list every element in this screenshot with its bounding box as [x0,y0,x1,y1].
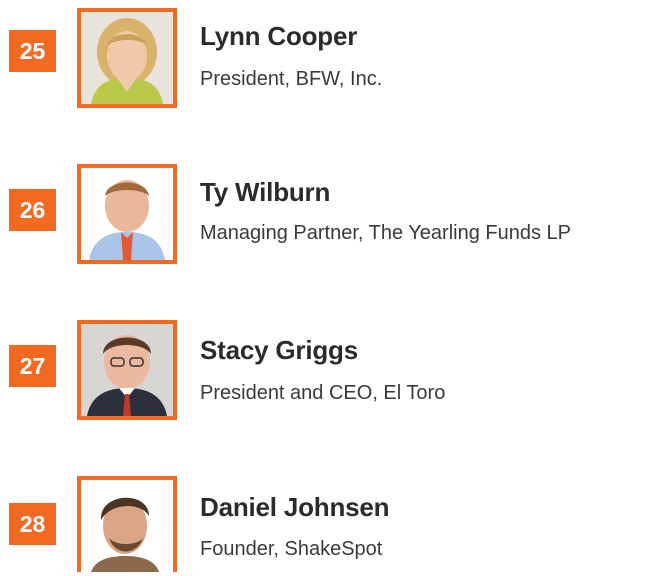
person-name: Stacy Griggs [200,335,358,365]
person-name: Ty Wilburn [200,177,331,207]
rank-badge: 27 [9,345,56,387]
person-title: Founder, ShakeSpot [200,538,383,560]
headshot-photo [77,8,177,108]
ranking-entry-27: 27 Stacy Griggs President and CEO, El To… [0,320,652,420]
headshot-photo [77,164,177,264]
rank-badge: 25 [9,30,56,72]
person-portrait-icon [81,480,173,572]
headshot-photo [77,320,177,420]
ranking-entry-26: 26 Ty Wilburn Managing Partner, The Year… [0,164,652,264]
rank-badge: 26 [9,189,56,231]
rank-badge: 28 [9,503,56,545]
person-title: President, BFW, Inc. [200,68,383,90]
person-title: President and CEO, El Toro [200,382,446,404]
person-title: Managing Partner, The Yearling Funds LP [200,222,571,244]
person-portrait-icon [81,168,173,260]
headshot-photo [77,476,177,572]
person-portrait-icon [81,12,173,104]
person-name: Lynn Cooper [200,21,358,51]
person-portrait-icon [81,324,173,416]
ranking-entry-28: 28 Daniel Johnsen Founder, ShakeSpot [0,476,652,576]
ranking-entry-25: 25 Lynn Cooper President, BFW, Inc. [0,8,652,108]
person-name: Daniel Johnsen [200,492,390,522]
